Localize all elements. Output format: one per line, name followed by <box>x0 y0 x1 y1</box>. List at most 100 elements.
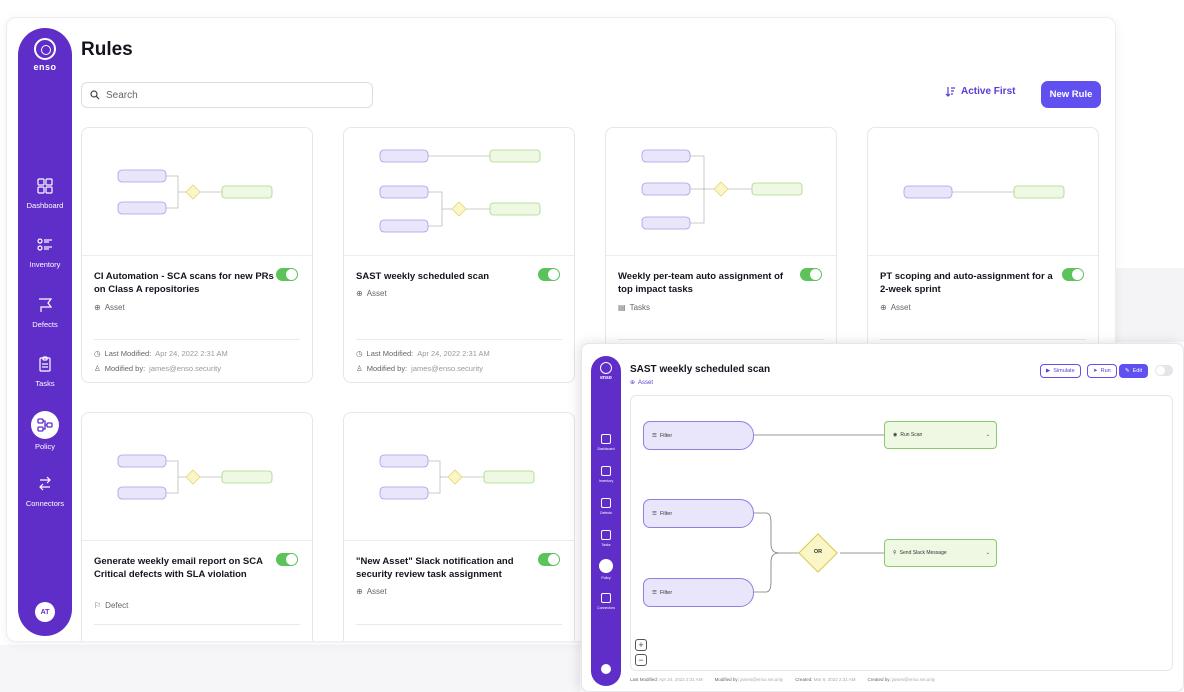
sidebar-item-label: Tasks <box>601 543 611 547</box>
created: Created: Mar 8, 2022 2:31 AM <box>795 677 855 682</box>
connector-icon <box>601 593 611 603</box>
rule-card[interactable]: SAST weekly scheduled scan ⊕ Asset ◷ Last … <box>343 127 575 383</box>
sidebar-item-policy[interactable]: Policy <box>18 411 72 451</box>
logo-text: enso <box>33 62 57 72</box>
sidebar-item-label: Connectors <box>25 499 65 508</box>
card-title: Generate weekly email report on SCA Crit… <box>94 556 263 580</box>
run-button[interactable]: ➤ Run <box>1087 364 1117 378</box>
clock-icon: ◷ <box>94 349 101 358</box>
sort-button[interactable]: Active First <box>945 86 1015 97</box>
search-icon <box>90 90 100 100</box>
enabled-toggle[interactable] <box>800 268 822 281</box>
rule-flow-preview <box>868 128 1098 256</box>
or-label: OR <box>813 549 823 555</box>
card-title: SAST weekly scheduled scan <box>356 271 490 282</box>
last-modified: ◷ Last Modified: Apr 24, 2022 2:31 AM <box>94 349 228 358</box>
sidebar-item-inventory[interactable]: Inventory <box>591 466 621 483</box>
clipboard-icon: ▤ <box>618 303 626 312</box>
background-panel <box>0 645 580 692</box>
page-title: Rules <box>81 39 133 60</box>
filter-node[interactable]: ☰ Filter <box>643 499 754 528</box>
enso-logo[interactable]: enso <box>591 362 621 381</box>
zoom-in-button[interactable]: + <box>635 639 647 651</box>
card-type-label: Asset <box>366 587 387 596</box>
user-icon: ♙ <box>356 364 363 373</box>
action-node[interactable]: ◉ Run Scan ⌄ <box>884 421 997 449</box>
edit-button[interactable]: ✎ Edit <box>1119 364 1149 378</box>
rule-flow-preview <box>344 413 574 541</box>
node-label: Filter <box>659 432 673 439</box>
sidebar-item-dashboard[interactable]: Dashboard <box>18 176 72 210</box>
sidebar-item-tasks[interactable]: Tasks <box>18 354 72 388</box>
meta-label: Last Modified: <box>366 349 414 358</box>
rule-flow-preview <box>82 128 312 256</box>
logo-icon <box>34 38 56 60</box>
card-type: ▤ Tasks <box>618 303 650 312</box>
rule-card[interactable]: "New Asset" Slack notification and secur… <box>343 412 575 641</box>
sidebar-item-label: Dashboard <box>26 201 64 210</box>
node-label: Filter <box>659 510 673 517</box>
enso-logo[interactable]: enso <box>18 38 72 72</box>
sidebar-item-label: Defects <box>600 511 612 515</box>
chevron-down-icon[interactable]: ⌄ <box>986 550 990 556</box>
sidebar-item-defects[interactable]: Defects <box>18 295 72 329</box>
sidebar-item-defects[interactable]: Defects <box>591 498 621 515</box>
last-modified: ◷ Last Modified: Apr 24, 2022 2:31 AM <box>356 349 490 358</box>
flow-icon <box>31 411 59 439</box>
meta-label: Last Modified: <box>630 677 659 682</box>
created-by: Created by: james@enso.security <box>868 677 936 682</box>
sidebar-item-inventory[interactable]: Inventory <box>18 235 72 269</box>
avatar[interactable] <box>601 664 611 674</box>
card-title: Weekly per-team auto assignment of top i… <box>618 271 784 295</box>
meta-label: Modified by: <box>366 364 408 373</box>
sidebar-item-label: Defects <box>32 320 58 329</box>
divider <box>94 339 300 340</box>
zoom-out-button[interactable]: − <box>635 654 647 666</box>
chevron-down-icon[interactable]: ⌄ <box>986 432 990 438</box>
list-icon <box>35 235 55 255</box>
meta-value: Apr 24, 2022 2:31 AM <box>155 349 228 358</box>
list-icon <box>601 466 611 476</box>
search-input[interactable] <box>106 89 346 101</box>
new-rule-button[interactable]: New Rule <box>1041 81 1101 108</box>
search-box[interactable] <box>81 82 373 108</box>
flow-canvas[interactable]: ☰ Filter ☰ Filter ☰ Filter OR ◉ Run Scan ⌄ ⚲ S… <box>630 395 1173 671</box>
enabled-toggle[interactable] <box>276 553 298 566</box>
enabled-toggle[interactable] <box>1062 268 1084 281</box>
connector-icon <box>35 474 55 494</box>
meta-value: james@enso.security <box>740 677 784 682</box>
sidebar-item-label: Inventory <box>29 260 61 269</box>
meta-value: james@enso.security <box>411 364 483 373</box>
globe-icon: ⊕ <box>630 380 636 386</box>
pencil-icon: ✎ <box>1125 368 1130 374</box>
sidebar-item-label: Connectors <box>597 606 615 610</box>
rule-card[interactable]: CI Automation - SCA scans for new PRs on… <box>81 127 313 383</box>
card-type: ⊕ Asset <box>94 303 125 312</box>
enabled-toggle[interactable] <box>276 268 298 281</box>
clipboard-icon <box>35 354 55 374</box>
action-node[interactable]: ⚲ Send Slack Message ⌄ <box>884 539 997 567</box>
button-label: Edit <box>1132 368 1143 374</box>
filter-icon: ☰ <box>652 432 657 439</box>
filter-node[interactable]: ☰ Filter <box>643 421 754 450</box>
rule-flow-preview <box>606 128 836 256</box>
rule-detail-window: enso Dashboard Inventory Defects Tasks P… <box>581 343 1184 692</box>
sidebar-item-tasks[interactable]: Tasks <box>591 530 621 547</box>
sidebar-item-dashboard[interactable]: Dashboard <box>591 434 621 451</box>
simulate-button[interactable]: ▶ Simulate <box>1040 364 1081 378</box>
enabled-toggle[interactable] <box>538 553 560 566</box>
filter-node[interactable]: ☰ Filter <box>643 578 754 607</box>
enabled-toggle[interactable] <box>538 268 560 281</box>
filter-icon: ☰ <box>652 510 657 517</box>
sidebar-item-connectors[interactable]: Connectors <box>18 474 72 508</box>
rule-card[interactable]: Generate weekly email report on SCA Crit… <box>81 412 313 641</box>
enabled-toggle[interactable] <box>1155 365 1173 376</box>
rule-type: ⊕ Asset <box>630 379 653 387</box>
meta-label: Last Modified: <box>104 349 152 358</box>
button-label: Run <box>1100 368 1111 374</box>
sidebar-item-policy[interactable]: Policy <box>591 559 621 580</box>
sort-icon <box>945 87 955 97</box>
avatar[interactable]: AT <box>35 602 55 622</box>
sidebar-item-connectors[interactable]: Connectors <box>591 593 621 610</box>
send-icon: ➤ <box>1093 368 1098 374</box>
